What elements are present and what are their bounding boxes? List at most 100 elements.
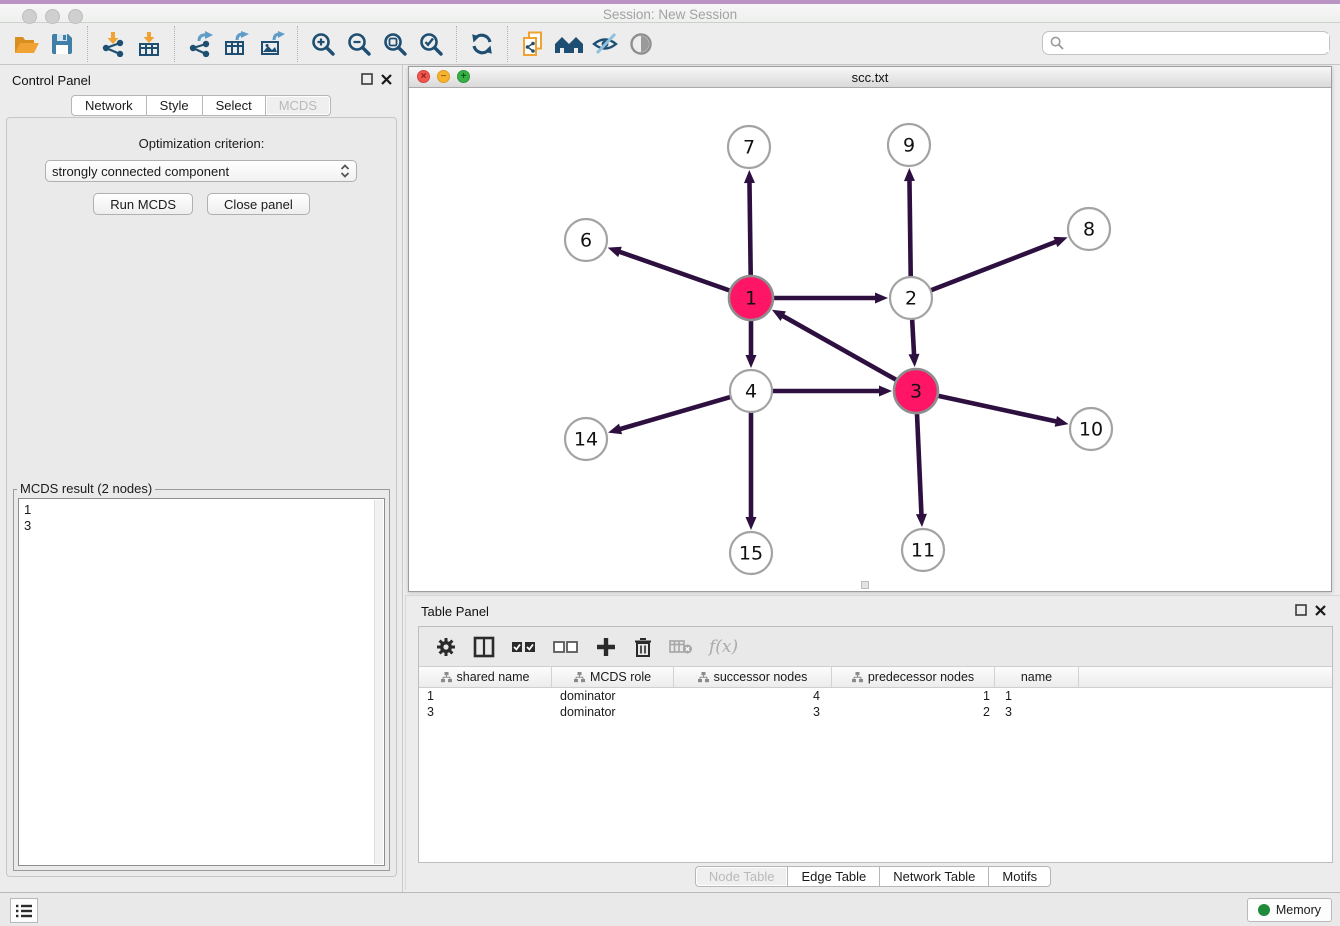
graph-node-1[interactable]: 1: [729, 276, 773, 320]
mcds-result-textarea[interactable]: 13: [18, 498, 385, 866]
shared-column-icon: [698, 672, 709, 683]
network-resize-grip[interactable]: [861, 581, 869, 589]
table-cell[interactable]: dominator: [552, 689, 674, 705]
save-session-button[interactable]: [44, 27, 80, 61]
search-input[interactable]: [1069, 34, 1329, 52]
table-settings-gear-icon[interactable]: [435, 636, 457, 658]
toolbar-divider: [507, 26, 508, 62]
graph-edge-3-1[interactable]: [781, 315, 898, 381]
graph-node-15[interactable]: 15: [730, 532, 772, 574]
graph-node-14[interactable]: 14: [565, 418, 607, 460]
graph-edge-1-6[interactable]: [618, 251, 732, 291]
close-panel-icon[interactable]: [381, 74, 392, 85]
refresh-button[interactable]: [464, 27, 500, 61]
mcds-result-scrollbar[interactable]: [374, 500, 383, 864]
graph-node-2[interactable]: 2: [890, 277, 932, 319]
node-label: 6: [580, 230, 592, 252]
graph-edge-3-11[interactable]: [917, 411, 922, 516]
add-row-icon[interactable]: [595, 636, 617, 658]
delete-row-trash-icon[interactable]: [633, 636, 653, 658]
search-box[interactable]: [1042, 31, 1330, 55]
zoom-in-button[interactable]: [305, 27, 341, 61]
tab-node-table[interactable]: Node Table: [695, 866, 789, 887]
table-body: 1dominator4113dominator323: [419, 689, 1332, 721]
graph-node-8[interactable]: 8: [1068, 208, 1110, 250]
table-cell[interactable]: dominator: [552, 705, 674, 721]
graph-node-10[interactable]: 10: [1070, 408, 1112, 450]
table-cell[interactable]: 3: [419, 705, 552, 721]
table-cell[interactable]: 1: [995, 689, 1079, 705]
graph-edge-arrow: [608, 424, 622, 435]
show-column-panel-icon[interactable]: [473, 636, 495, 658]
graph-edge-2-9[interactable]: [909, 179, 910, 279]
graph-edge-1-7[interactable]: [749, 181, 750, 278]
tab-network[interactable]: Network: [71, 95, 147, 116]
zoom-out-button[interactable]: [341, 27, 377, 61]
export-network-button[interactable]: [182, 27, 218, 61]
close-panel-button[interactable]: Close panel: [207, 193, 310, 215]
graph-edge-arrow: [879, 386, 892, 397]
tab-mcds[interactable]: MCDS: [266, 95, 331, 116]
optimization-criterion-value: strongly connected component: [52, 164, 229, 179]
select-all-columns-icon[interactable]: [511, 638, 537, 656]
run-mcds-button[interactable]: Run MCDS: [93, 193, 193, 215]
clone-network-button[interactable]: [515, 27, 551, 61]
graph-edge-3-10[interactable]: [936, 395, 1058, 422]
zoom-selected-icon: [418, 31, 444, 57]
table-cell[interactable]: 2: [832, 705, 995, 721]
graph-node-9[interactable]: 9: [888, 124, 930, 166]
home-layout-button[interactable]: [551, 27, 587, 61]
float-panel-icon[interactable]: [361, 73, 373, 85]
column-header-name[interactable]: name: [995, 667, 1079, 687]
table-cell[interactable]: 3: [674, 705, 832, 721]
export-table-button[interactable]: [218, 27, 254, 61]
main-toolbar: [0, 24, 1340, 65]
graph-node-7[interactable]: 7: [728, 126, 770, 168]
export-network-icon: [187, 31, 213, 57]
zoom-selected-button[interactable]: [413, 27, 449, 61]
tab-motifs[interactable]: Motifs: [989, 866, 1051, 887]
optimization-criterion-select[interactable]: strongly connected component: [45, 160, 357, 182]
graph-node-4[interactable]: 4: [730, 370, 772, 412]
deselect-all-columns-icon[interactable]: [553, 638, 579, 656]
toolbar-divider: [87, 26, 88, 62]
status-bar: Memory: [0, 892, 1340, 926]
graph-node-11[interactable]: 11: [902, 529, 944, 571]
column-header-shared-name[interactable]: shared name: [419, 667, 552, 687]
graph-edge-2-3[interactable]: [912, 317, 914, 356]
tab-select[interactable]: Select: [203, 95, 266, 116]
tab-edge-table[interactable]: Edge Table: [788, 866, 880, 887]
table-cell[interactable]: 1: [832, 689, 995, 705]
column-header-predecessor-nodes[interactable]: predecessor nodes: [832, 667, 995, 687]
network-window-titlebar[interactable]: × − + scc.txt: [409, 67, 1331, 88]
tab-network-table[interactable]: Network Table: [880, 866, 989, 887]
close-panel-icon[interactable]: [1315, 605, 1326, 616]
table-cell[interactable]: 1: [419, 689, 552, 705]
graph-node-3[interactable]: 3: [894, 369, 938, 413]
show-graphics-eye-icon: [628, 31, 654, 57]
graph-edge-2-8[interactable]: [929, 241, 1058, 291]
import-table-button[interactable]: [131, 27, 167, 61]
mcds-result-group: MCDS result (2 nodes) 13: [13, 489, 390, 871]
table-cell[interactable]: 3: [995, 705, 1079, 721]
shared-column-icon: [441, 672, 452, 683]
tab-style[interactable]: Style: [147, 95, 203, 116]
hide-graphics-button[interactable]: [587, 27, 623, 61]
task-history-button[interactable]: [10, 898, 38, 923]
table-row[interactable]: 3dominator323: [419, 705, 1332, 721]
graph-node-6[interactable]: 6: [565, 219, 607, 261]
network-canvas[interactable]: 7 9 6 8 1 2 4 3 14 10 15 11: [409, 88, 1331, 591]
table-cell[interactable]: 4: [674, 689, 832, 705]
table-row[interactable]: 1dominator411: [419, 689, 1332, 705]
search-icon: [1050, 36, 1064, 50]
memory-button[interactable]: Memory: [1247, 898, 1332, 922]
column-header-successor-nodes[interactable]: successor nodes: [674, 667, 832, 687]
import-network-button[interactable]: [95, 27, 131, 61]
graph-edge-4-14[interactable]: [619, 396, 733, 429]
show-graphics-button[interactable]: [623, 27, 659, 61]
open-session-button[interactable]: [8, 27, 44, 61]
zoom-fit-button[interactable]: [377, 27, 413, 61]
export-image-button[interactable]: [254, 27, 290, 61]
column-header-MCDS-role[interactable]: MCDS role: [552, 667, 674, 687]
float-panel-icon[interactable]: [1295, 604, 1307, 616]
